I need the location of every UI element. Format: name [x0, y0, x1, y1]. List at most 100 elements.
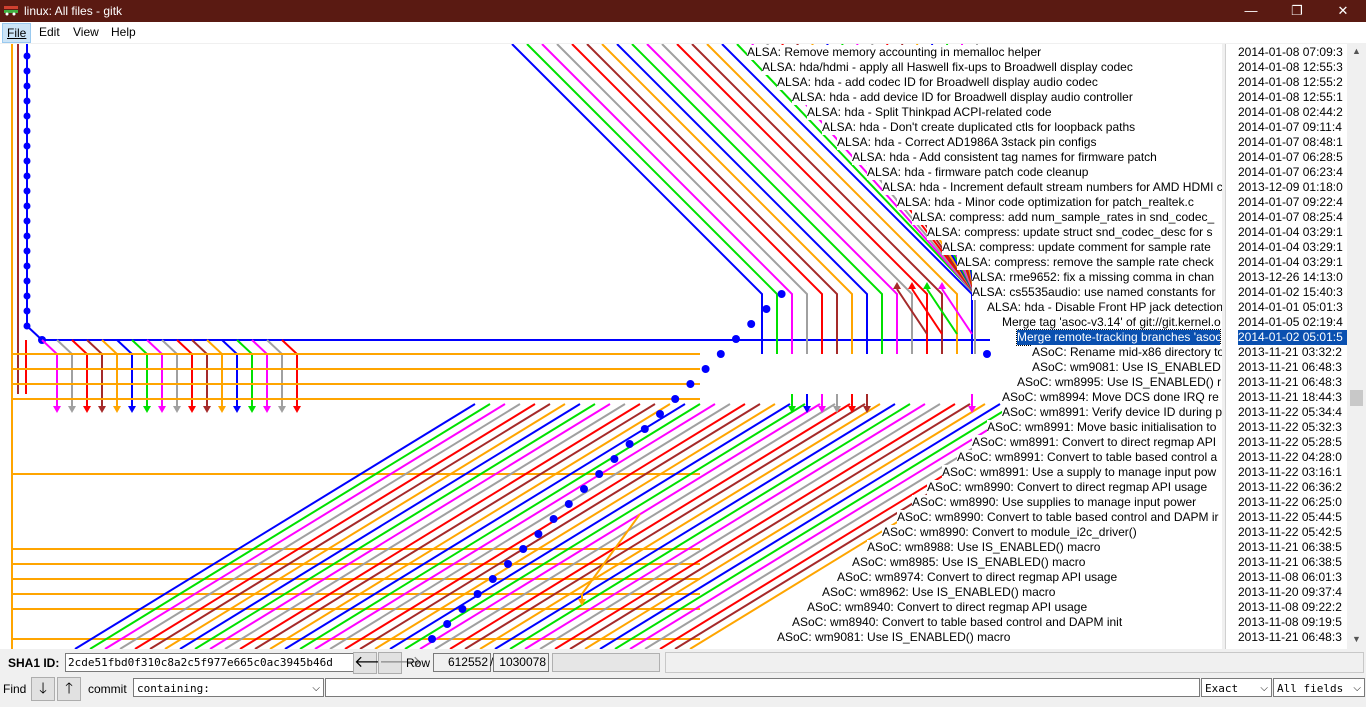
commit-date-row[interactable]: 2014-01-07 09:22:4 — [1238, 195, 1343, 210]
commit-subject-row[interactable]: ASoC: wm8990: Use supplies to manage inp… — [912, 495, 1199, 510]
commit-date-row[interactable]: 2014-01-04 03:29:1 — [1238, 255, 1343, 270]
menu-help[interactable]: Help — [111, 25, 136, 39]
commit-date-row[interactable]: 2013-11-22 06:25:0 — [1238, 495, 1342, 510]
close-button[interactable]: ✕ — [1320, 0, 1366, 22]
commit-date-row[interactable]: 2013-11-08 09:19:5 — [1238, 615, 1342, 630]
commit-date-row[interactable]: 2013-11-21 06:48:3 — [1238, 630, 1342, 645]
commit-date-row[interactable]: 2014-01-08 12:55:1 — [1238, 90, 1343, 105]
commit-date-row[interactable]: 2013-11-21 03:32:2 — [1238, 345, 1342, 360]
commit-subject-row[interactable]: ASoC: wm8991: Use a supply to manage inp… — [942, 465, 1219, 480]
commit-date-row[interactable]: 2013-11-22 06:36:2 — [1238, 480, 1342, 495]
commit-subject-row[interactable]: ALSA: rme9652: fix a missing comma in ch… — [972, 270, 1217, 285]
commit-subject-row[interactable]: ALSA: hda - Minor code optimization for … — [897, 195, 1196, 210]
commit-subject-row[interactable]: Merge tag 'asoc-v3.14' of git://git.kern… — [1002, 315, 1222, 330]
commit-subject-row[interactable]: ASoC: wm9081: Use IS_ENABLED — [1032, 360, 1222, 375]
sha1-input[interactable]: 2cde51fbd0f310c8a2c5f977e665c0ac3945b46d — [65, 653, 355, 672]
commit-subject-row[interactable]: ALSA: cs5535audio: use named constants f… — [972, 285, 1218, 300]
vertical-scrollbar[interactable]: ▲ ▼ — [1347, 44, 1366, 649]
commit-date-row[interactable]: 2014-01-08 07:09:3 — [1238, 45, 1343, 60]
commit-date-row[interactable]: 2013-11-22 05:28:5 — [1238, 435, 1342, 450]
scroll-down-icon[interactable]: ▼ — [1352, 634, 1361, 644]
commit-date-row[interactable]: 2013-11-22 05:44:5 — [1238, 510, 1342, 525]
forward-arrow-icon[interactable]: 🡒 — [378, 652, 422, 674]
menu-edit[interactable]: Edit — [39, 25, 60, 39]
commit-subject-row[interactable]: ALSA: hda - Split Thinkpad ACPI-related … — [807, 105, 1054, 120]
menu-file[interactable]: File — [2, 23, 32, 43]
commit-subject-row[interactable]: Merge remote-tracking branches 'asoc — [1016, 329, 1221, 346]
find-text-input[interactable] — [325, 678, 1200, 697]
commit-date-row[interactable]: 2013-11-22 04:28:0 — [1238, 450, 1342, 465]
commit-date-row[interactable]: 2013-11-21 06:38:5 — [1238, 540, 1342, 555]
commit-date-row[interactable]: 2014-01-04 03:29:1 — [1238, 240, 1343, 255]
commit-subject-row[interactable]: ASoC: wm8991: Move basic initialisation … — [987, 420, 1219, 435]
commit-date-row[interactable]: 2013-11-22 03:16:1 — [1238, 465, 1342, 480]
commit-date-row[interactable]: 2013-11-20 09:37:4 — [1238, 585, 1342, 600]
commit-date-row[interactable]: 2014-01-07 08:48:1 — [1238, 135, 1343, 150]
commit-subject-row[interactable]: ASoC: wm8990: Convert to table based con… — [897, 510, 1221, 525]
commit-subject-row[interactable]: ASoC: wm8940: Convert to direct regmap A… — [807, 600, 1090, 615]
commit-subject-row[interactable]: ASoC: wm8994: Move DCS done IRQ re — [1002, 390, 1221, 405]
commit-subject-row[interactable]: ASoC: wm8990: Convert to module_i2c_driv… — [882, 525, 1139, 540]
commit-date-row[interactable]: 2014-01-01 05:01:3 — [1238, 300, 1343, 315]
back-arrow-icon[interactable]: 🡐 — [353, 652, 397, 674]
commit-date-row[interactable]: 2014-01-02 05:01:5 — [1238, 330, 1348, 345]
maximize-button[interactable]: ❐ — [1274, 0, 1320, 22]
commit-date-row[interactable]: 2014-01-07 08:25:4 — [1238, 210, 1343, 225]
find-mode-select[interactable]: containing: ⌵ — [133, 678, 324, 697]
commit-date-row[interactable]: 2014-01-08 02:44:2 — [1238, 105, 1343, 120]
commit-subject-row[interactable]: ASoC: wm9081: Use IS_ENABLED() macro — [777, 630, 1013, 645]
commit-date-row[interactable]: 2014-01-08 12:55:3 — [1238, 60, 1343, 75]
commit-subject-row[interactable]: ASoC: Rename mid-x86 directory to — [1032, 345, 1222, 360]
commit-date-row[interactable]: 2013-11-22 05:32:3 — [1238, 420, 1342, 435]
menu-view[interactable]: View — [73, 25, 99, 39]
find-down-arrow-icon[interactable]: 🡓 — [31, 677, 55, 701]
commit-subject-row[interactable]: ASoC: wm8962: Use IS_ENABLED() macro — [822, 585, 1058, 600]
commit-subject-row[interactable]: ASoC: wm8991: Convert to table based con… — [957, 450, 1220, 465]
commit-subject-row[interactable]: ASoC: wm8974: Convert to direct regmap A… — [837, 570, 1120, 585]
commit-date-row[interactable]: 2013-11-21 06:48:3 — [1238, 375, 1342, 390]
commit-subject-row[interactable]: ALSA: hda/hdmi - apply all Haswell fix-u… — [762, 60, 1135, 75]
commit-date-row[interactable]: 2013-11-08 09:22:2 — [1238, 600, 1342, 615]
commit-date-row[interactable]: 2013-11-22 05:34:4 — [1238, 405, 1342, 420]
fields-select[interactable]: All fields ⌵ — [1273, 678, 1365, 697]
find-up-arrow-icon[interactable]: 🡑 — [57, 677, 81, 701]
commit-date-row[interactable]: 2014-01-02 15:40:3 — [1238, 285, 1343, 300]
minimize-button[interactable]: — — [1228, 0, 1274, 22]
commit-subject-row[interactable]: ALSA: hda - add codec ID for Broadwell d… — [777, 75, 1100, 90]
commit-date-pane[interactable]: 2014-01-08 07:09:3 2014-01-08 12:55:3 2014… — [1225, 44, 1348, 649]
commit-subject-row[interactable]: ALSA: compress: update comment for sampl… — [942, 240, 1213, 255]
match-type-select[interactable]: Exact ⌵ — [1201, 678, 1272, 697]
commit-date-row[interactable]: 2013-11-21 06:48:3 — [1238, 360, 1342, 375]
commit-subject-row[interactable]: ALSA: hda - Correct AD1986A 3stack pin c… — [837, 135, 1099, 150]
commit-subject-row[interactable]: ASoC: wm8985: Use IS_ENABLED() macro — [852, 555, 1088, 570]
scroll-up-icon[interactable]: ▲ — [1352, 46, 1361, 56]
commit-subject-row[interactable]: ALSA: hda - Don't create duplicated ctls… — [822, 120, 1138, 135]
commit-date-row[interactable]: 2014-01-04 03:29:1 — [1238, 225, 1343, 240]
commit-subject-row[interactable]: ASoC: wm8991: Verify device ID during p — [1002, 405, 1222, 420]
commit-subject-row[interactable]: ASoC: wm8995: Use IS_ENABLED() r — [1017, 375, 1222, 390]
commit-date-row[interactable]: 2014-01-08 12:55:2 — [1238, 75, 1343, 90]
commit-date-row[interactable]: 2013-11-22 05:42:5 — [1238, 525, 1342, 540]
commit-date-row[interactable]: 2014-01-07 06:28:5 — [1238, 150, 1343, 165]
commit-subject-row[interactable]: ALSA: hda - Add consistent tag names for… — [852, 150, 1159, 165]
commit-subject-row[interactable]: ASoC: wm8991: Convert to direct regmap A… — [972, 435, 1219, 450]
commit-subject-row[interactable]: ALSA: compress: add num_sample_rates in … — [912, 210, 1217, 225]
commit-subject-row[interactable]: ASoC: wm8990: Convert to direct regmap A… — [927, 480, 1210, 495]
commit-subject-row[interactable]: ALSA: Remove memory accounting in memall… — [747, 45, 1044, 60]
commit-subject-row[interactable]: ALSA: compress: remove the sample rate c… — [957, 255, 1216, 270]
scrollbar-thumb[interactable] — [1350, 390, 1363, 406]
commit-subject-row[interactable]: ALSA: hda - add device ID for Broadwell … — [792, 90, 1135, 105]
commit-graph-pane[interactable]: ALSA: Remove memory accounting in memall… — [0, 44, 1222, 649]
commit-date-row[interactable]: 2014-01-07 09:11:4 — [1238, 120, 1342, 135]
commit-subject-row[interactable]: ASoC: wm8988: Use IS_ENABLED() macro — [867, 540, 1103, 555]
commit-date-row[interactable]: 2013-11-21 06:38:5 — [1238, 555, 1342, 570]
commit-date-row[interactable]: 2013-11-08 06:01:3 — [1238, 570, 1342, 585]
commit-date-row[interactable]: 2013-12-26 14:13:0 — [1238, 270, 1343, 285]
commit-date-row[interactable]: 2014-01-05 02:19:4 — [1238, 315, 1343, 330]
commit-date-row[interactable]: 2013-11-21 18:44:3 — [1238, 390, 1342, 405]
commit-subject-row[interactable]: ALSA: hda - Increment default stream num… — [882, 180, 1222, 195]
commit-subject-row[interactable]: ALSA: hda - firmware patch code cleanup — [867, 165, 1091, 180]
commit-subject-row[interactable]: ALSA: hda - Disable Front HP jack detect… — [987, 300, 1222, 315]
commit-subject-row[interactable]: ASoC: wm8940: Convert to table based con… — [792, 615, 1125, 630]
commit-subject-row[interactable]: ALSA: compress: update struct snd_codec_… — [927, 225, 1215, 240]
